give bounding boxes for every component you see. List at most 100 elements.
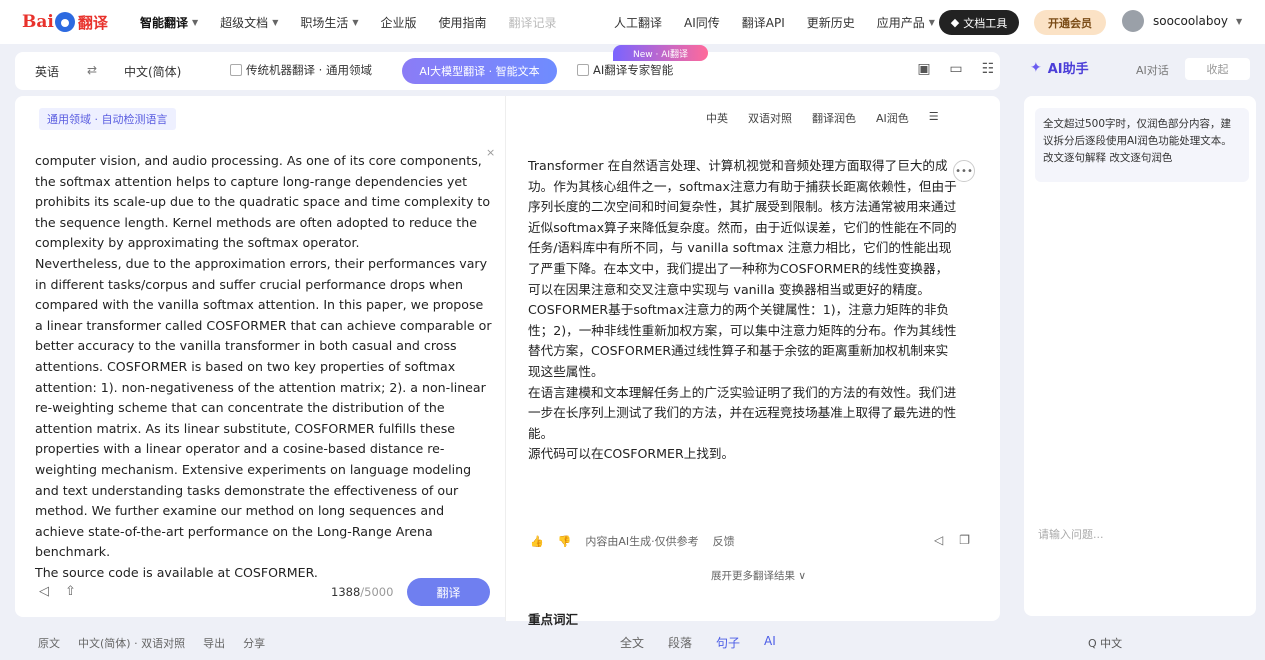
nav-item-label: 职场生活	[300, 15, 349, 30]
doc-tools-button[interactable]: ◆ 文档工具	[939, 10, 1019, 35]
bottom-tool-share[interactable]: 分享	[243, 635, 265, 651]
view-sentence[interactable]: 句子	[716, 634, 740, 651]
toolbar-icons: ▣ ▭ ☷	[915, 60, 997, 78]
ai-assistant-title: AI助手	[1047, 62, 1089, 77]
chevron-down-icon: ▼	[272, 17, 279, 27]
language-bar: 英语 ⇄ 中文(简体) 传统机器翻译 · 通用领域 AI大模型翻译 · 智能文本…	[15, 52, 1000, 90]
bottom-tool-export[interactable]: 导出	[203, 635, 225, 651]
screen-icon[interactable]: ▭	[947, 60, 965, 78]
target-panel: 中英 双语对照 翻译润色 AI润色 ☰ Transformer 在自然语言处理、…	[505, 96, 1000, 627]
paw-icon	[54, 12, 75, 32]
bottom-tool-language[interactable]: 中文(简体) · 双语对照	[78, 635, 185, 651]
speaker-icon[interactable]: ◁	[39, 584, 49, 599]
top-navigation: Bai 翻译 智能翻译 ▼ 超级文档 ▼ 职场生活 ▼ 企业版 使用指南 翻译记录 人…	[0, 0, 1265, 44]
ai-chat-tab[interactable]: AI对话	[1136, 62, 1169, 78]
char-count: 1388	[331, 585, 361, 599]
chevron-down-icon: ▼	[1235, 16, 1243, 26]
translation-output: Transformer 在自然语言处理、计算机视觉和音频处理方面取得了巨大的成功…	[528, 158, 957, 462]
source-panel: 通用领域 · 自动检测语言 × computer vision, and aud…	[15, 96, 505, 617]
feedback-link[interactable]: 反馈	[713, 533, 735, 549]
nav-item-label: 翻译API	[741, 15, 785, 30]
view-paragraph[interactable]: 段落	[668, 634, 692, 651]
tool-ai-polish[interactable]: AI润色	[876, 110, 909, 126]
nav-item-ai-interpret[interactable]: AI同传	[684, 14, 720, 31]
nav-item-smart-translate[interactable]: 智能翻译 ▼	[140, 14, 198, 31]
expand-results-link[interactable]: 展开更多翻译结果 ∨	[711, 568, 806, 583]
settings-icon[interactable]: ☰	[929, 110, 939, 126]
source-domain-tag[interactable]: 通用领域 · 自动检测语言	[39, 108, 176, 130]
chevron-down-icon: ▼	[352, 17, 359, 27]
speaker-icon[interactable]: ◁	[934, 533, 943, 547]
ai-question-input[interactable]: 请输入问题...	[1038, 526, 1104, 542]
translate-button[interactable]: 翻译	[407, 578, 490, 606]
tool-bilingual[interactable]: 双语对照	[748, 110, 792, 126]
bottom-left-tools: 原文 中文(简体) · 双语对照 导出 分享	[38, 635, 265, 651]
logo-text-right: 翻译	[77, 13, 108, 32]
checkbox-icon	[230, 64, 242, 76]
ai-expert-label: AI翻译专家智能	[593, 63, 674, 77]
copy-icon[interactable]: ❐	[959, 533, 970, 547]
nav-item-enterprise[interactable]: 企业版	[381, 14, 417, 31]
nav-item-label: 人工翻译	[614, 15, 663, 30]
nav-item-api[interactable]: 翻译API	[742, 14, 785, 31]
user-menu[interactable]: soocoolaboy ▼	[1122, 10, 1242, 32]
doc-tools-label: 文档工具	[963, 16, 1008, 30]
ai-disclaimer: 内容由AI生成·仅供参考	[585, 535, 699, 548]
more-options-icon[interactable]: •••	[953, 160, 975, 182]
nav-item-updates[interactable]: 更新历史	[807, 14, 855, 31]
upload-icon[interactable]: ⇧	[65, 584, 76, 599]
swap-languages-icon[interactable]: ⇄	[87, 63, 97, 77]
nav-item-label: 应用产品	[876, 15, 925, 30]
ai-expert-option[interactable]: AI翻译专家智能	[577, 62, 673, 78]
baidu-translate-logo[interactable]: Bai 翻译	[22, 9, 108, 35]
nav-item-label: 超级文档	[220, 15, 269, 30]
translation-actions: 👍 👎 内容由AI生成·仅供参考 反馈	[530, 533, 735, 549]
nav-item-human-translate[interactable]: 人工翻译	[614, 14, 662, 31]
char-max: /5000	[360, 585, 394, 599]
nav-item-label: AI同传	[684, 15, 720, 30]
ai-assistant-header[interactable]: ✦ AI助手	[1030, 58, 1089, 78]
nav-item-guide[interactable]: 使用指南	[439, 14, 487, 31]
ai-model-mode-button[interactable]: AI大模型翻译 · 智能文本	[402, 58, 557, 84]
search-language-label[interactable]: Q 中文	[1088, 635, 1122, 651]
thumbs-down-icon[interactable]: 👎	[558, 535, 572, 548]
nav-item-label: 翻译记录	[508, 15, 557, 30]
layout-icon[interactable]: ☷	[979, 60, 997, 78]
nav-item-apps[interactable]: 应用产品 ▼	[877, 14, 935, 31]
nav-item-work-life[interactable]: 职场生活 ▼	[300, 14, 358, 31]
nav-menu: 智能翻译 ▼ 超级文档 ▼ 职场生活 ▼ 企业版 使用指南 翻译记录	[140, 0, 579, 44]
nav-item-label: 智能翻译	[140, 15, 189, 30]
thumbs-up-icon[interactable]: 👍	[530, 535, 544, 548]
avatar	[1122, 10, 1144, 32]
chevron-down-icon: ▼	[928, 17, 935, 27]
bottom-view-tools: 全文 段落 句子 AI	[620, 634, 776, 651]
view-full[interactable]: 全文	[620, 634, 644, 651]
nav-item-label: 企业版	[380, 15, 417, 30]
book-icon[interactable]: ▣	[915, 60, 933, 78]
view-ai[interactable]: AI	[764, 634, 776, 651]
checkbox-icon	[577, 64, 589, 76]
logo-text-left: Bai	[22, 12, 54, 32]
bottom-toolbar: 原文 中文(简体) · 双语对照 导出 分享 全文 段落 句子 AI Q 中文	[0, 626, 1265, 660]
vip-button[interactable]: 开通会员	[1034, 10, 1106, 35]
target-language-select[interactable]: 中文(简体)	[124, 63, 181, 80]
new-badge: New · AI翻译	[613, 45, 708, 61]
nav-item-history[interactable]: 翻译记录	[509, 14, 557, 31]
bottom-tool-source[interactable]: 原文	[38, 635, 60, 651]
ai-message: 全文超过500字时，仅润色部分内容，建议拆分后逐段使用AI润色功能处理文本。 改…	[1035, 108, 1249, 182]
general-mode-option[interactable]: 传统机器翻译 · 通用领域	[230, 62, 372, 78]
source-language-select[interactable]: 英语	[35, 63, 59, 80]
username: soocoolaboy	[1153, 14, 1228, 28]
target-toolbar: 中英 双语对照 翻译润色 AI润色 ☰	[706, 110, 939, 126]
tool-polish[interactable]: 翻译润色	[812, 110, 856, 126]
ai-collapse-button[interactable]: 收起	[1185, 58, 1250, 80]
sparkle-icon: ✦	[1030, 59, 1042, 76]
source-text-input[interactable]: computer vision, and audio processing. A…	[35, 151, 493, 583]
general-mode-label: 传统机器翻译 · 通用领域	[246, 63, 372, 77]
tool-zh-en[interactable]: 中英	[706, 110, 728, 126]
bottom-right-tools: Q 中文	[1088, 635, 1122, 651]
translation-copy-actions: ◁ ❐	[934, 533, 970, 547]
chevron-down-icon: ▼	[192, 17, 199, 27]
ai-assistant-panel: 全文超过500字时，仅润色部分内容，建议拆分后逐段使用AI润色功能处理文本。 改…	[1024, 96, 1256, 616]
nav-item-super-doc[interactable]: 超级文档 ▼	[220, 14, 278, 31]
